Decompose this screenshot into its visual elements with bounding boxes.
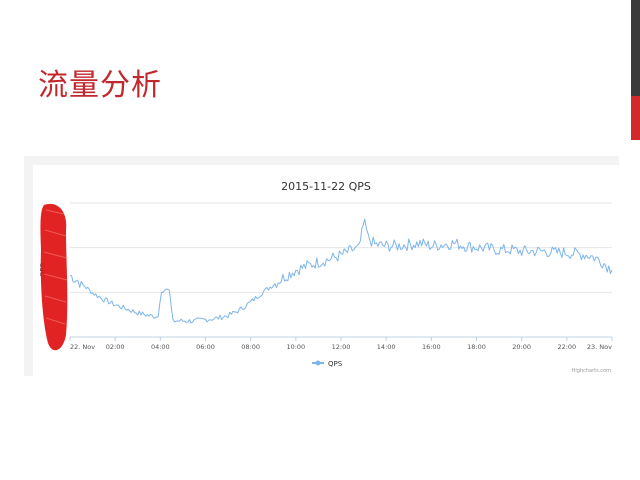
- chart-title: 2015-11-22 QPS: [281, 180, 371, 193]
- x-tick-label: 23. Nov: [587, 343, 612, 351]
- x-tick-label: 14:00: [377, 343, 396, 351]
- x-tick-label: 20:00: [512, 343, 531, 351]
- x-tick-label: 06:00: [196, 343, 215, 351]
- x-tick-label: 12:00: [332, 343, 351, 351]
- x-tick-label: 22. Nov: [70, 343, 95, 351]
- legend-label-qps[interactable]: QPS: [328, 360, 343, 368]
- chart-credits[interactable]: Highcharts.com: [572, 368, 611, 374]
- qps-line-chart: 2015-11-22 QPS QPS 22. Nov 02:00 04:00 06:0…: [39, 180, 613, 374]
- x-axis-ticks: [69, 337, 613, 341]
- x-tick-label: 04:00: [151, 343, 170, 351]
- legend-marker-qps: [315, 360, 321, 366]
- x-tick-label: 10:00: [286, 343, 305, 351]
- legend[interactable]: QPS: [312, 360, 343, 368]
- x-tick-label: 18:00: [467, 343, 486, 351]
- grid-lines: [70, 202, 612, 293]
- series-line-qps: [69, 218, 613, 324]
- x-tick-label: 22:00: [557, 343, 576, 351]
- x-axis-tick-labels: 22. Nov 02:00 04:00 06:00 08:00 10:00 12:00 14:…: [70, 343, 612, 351]
- x-tick-label: 02:00: [106, 343, 125, 351]
- x-tick-label: 16:00: [422, 343, 441, 351]
- x-tick-label: 08:00: [241, 343, 260, 351]
